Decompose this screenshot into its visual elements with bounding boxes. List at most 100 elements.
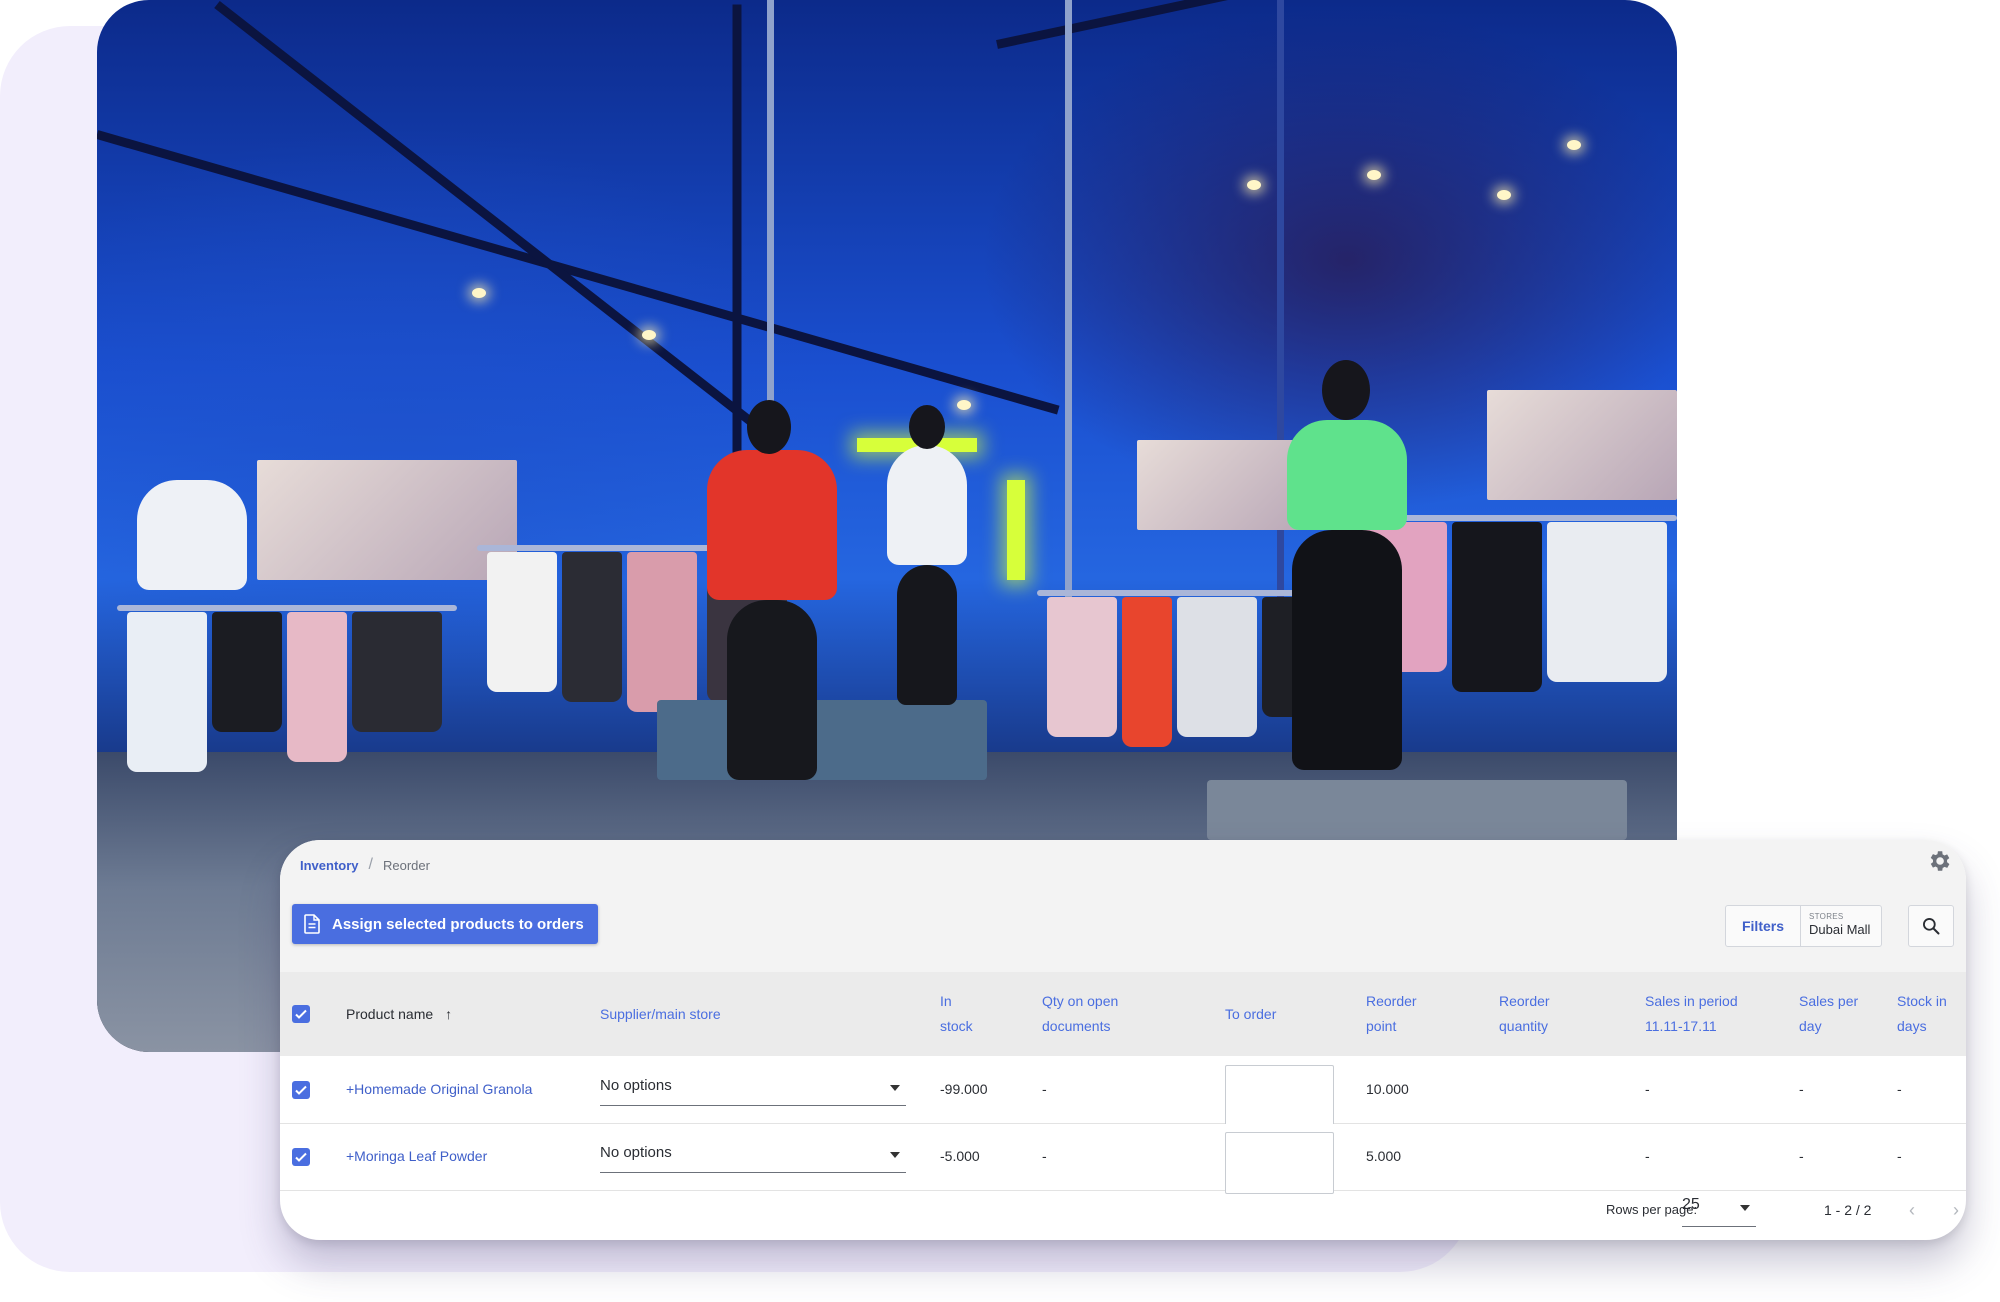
mannequin [887, 445, 967, 565]
column-header-line: Sales in period [1645, 993, 1738, 1009]
column-header-to-order[interactable]: To order [1225, 1002, 1276, 1027]
row-checkbox[interactable] [292, 1148, 310, 1166]
mannequin [1292, 530, 1402, 770]
checkmark-icon [295, 1085, 307, 1095]
select-all-checkbox[interactable] [292, 1005, 310, 1023]
column-header-line: day [1799, 1018, 1822, 1034]
column-header-line: quantity [1499, 1018, 1549, 1034]
checkmark-icon [295, 1152, 307, 1162]
previous-page-chevron-icon[interactable]: ‹ [1909, 1200, 1915, 1221]
sales-per-day-value: - [1799, 1081, 1804, 1097]
table-header: Product name ↑ Supplier/main store In st… [280, 972, 1966, 1056]
breadcrumb-separator: / [368, 856, 373, 873]
rows-per-page-value: 25 [1682, 1196, 1700, 1213]
document-icon [304, 914, 320, 934]
search-icon [1923, 918, 1940, 935]
pagination-range: 1 - 2 / 2 [1824, 1202, 1872, 1218]
breadcrumb-current: Reorder [382, 857, 430, 873]
hanging-clothes [127, 612, 207, 772]
column-header-line: days [1897, 1018, 1927, 1034]
ceiling-beam [996, 0, 1677, 49]
store-selector[interactable]: STORES Dubai Mall [1801, 906, 1881, 946]
column-header-line: Qty on open [1042, 993, 1119, 1009]
column-header-line: 11.11-17.11 [1645, 1018, 1717, 1034]
column-header-line: stock [940, 1018, 973, 1034]
column-header-line: documents [1042, 1018, 1111, 1034]
ceiling-light [642, 330, 656, 340]
clothes-rack [117, 605, 457, 611]
stock-in-days-value: - [1897, 1081, 1902, 1097]
hanging-clothes [1122, 597, 1172, 747]
ceiling-light [1567, 140, 1581, 150]
mannequin [707, 450, 837, 600]
breadcrumb: Inventory / Reorder [300, 856, 430, 874]
assign-products-button[interactable]: Assign selected products to orders [292, 904, 598, 944]
product-name-link[interactable]: +Homemade Original Granola [346, 1081, 532, 1097]
product-name-link[interactable]: +Moringa Leaf Powder [346, 1148, 487, 1164]
column-header-sales-per-day[interactable]: Sales per day [1799, 989, 1858, 1039]
breadcrumb-inventory-link[interactable]: Inventory [300, 858, 359, 873]
hanging-clothes [287, 612, 347, 762]
search-button[interactable] [1908, 905, 1954, 947]
to-order-input[interactable] [1225, 1132, 1334, 1194]
column-header-product-name[interactable]: Product name ↑ [346, 1002, 452, 1027]
supplier-select[interactable]: No options [600, 1138, 906, 1173]
column-header-in-stock[interactable]: In stock [940, 989, 973, 1039]
store-selector-label: STORES [1809, 912, 1844, 921]
ceiling-beam [732, 4, 742, 525]
next-page-chevron-icon[interactable]: › [1953, 1200, 1959, 1221]
to-order-input[interactable] [1225, 1065, 1334, 1127]
column-header-product-name-label: Product name [346, 1006, 434, 1022]
column-header-qty-open[interactable]: Qty on open documents [1042, 989, 1118, 1039]
mannequin [137, 480, 247, 590]
column-header-sales-period[interactable]: Sales in period 11.11-17.11 [1645, 989, 1738, 1039]
column-header-line: Sales per [1799, 993, 1859, 1009]
wall-poster [257, 460, 517, 580]
ceiling-light [957, 400, 971, 410]
dropdown-caret-icon [890, 1085, 900, 1091]
hanging-clothes [562, 552, 622, 702]
row-checkbox[interactable] [292, 1081, 310, 1099]
stock-in-days-value: - [1897, 1148, 1902, 1164]
dropdown-caret-icon [890, 1152, 900, 1158]
mannequin-head [1322, 360, 1370, 420]
supplier-select-value: No options [600, 1077, 672, 1094]
ceiling-light [472, 288, 486, 298]
reorder-point-value: 10.000 [1366, 1081, 1409, 1097]
ceiling-light [1497, 190, 1511, 200]
display-table [1207, 780, 1627, 840]
neon-light [1007, 480, 1025, 580]
hanging-clothes [1177, 597, 1257, 737]
column-header-stock-in-days[interactable]: Stock in days [1897, 989, 1947, 1039]
column-header-supplier[interactable]: Supplier/main store [600, 1002, 721, 1027]
assign-products-label: Assign selected products to orders [332, 915, 584, 933]
hanging-clothes [1452, 522, 1542, 692]
rows-per-page-select[interactable]: 25 [1682, 1192, 1756, 1227]
supplier-select-value: No options [600, 1144, 672, 1161]
settings-gear-icon[interactable] [1926, 848, 1952, 874]
column-header-line: In [940, 993, 952, 1009]
sort-ascending-icon: ↑ [445, 1006, 453, 1022]
store-selector-value: Dubai Mall [1809, 922, 1871, 937]
column-header-line: Stock in [1897, 993, 1947, 1009]
ceiling-beam [214, 0, 772, 440]
column-header-reorder-point[interactable]: Reorder point [1366, 989, 1417, 1039]
hanging-clothes [627, 552, 697, 712]
column-header-reorder-quantity[interactable]: Reorder quantity [1499, 989, 1550, 1039]
table-row: +Homemade Original Granola No options -9… [280, 1057, 1966, 1127]
in-stock-value: -5.000 [940, 1148, 980, 1164]
hanging-clothes [1047, 597, 1117, 737]
checkmark-icon [295, 1009, 307, 1019]
filters-button[interactable]: Filters [1726, 906, 1801, 946]
hanging-clothes [212, 612, 282, 732]
supplier-select[interactable]: No options [600, 1071, 906, 1106]
sales-period-value: - [1645, 1148, 1650, 1164]
mannequin-head [909, 405, 945, 449]
column-header-line: point [1366, 1018, 1397, 1034]
dropdown-caret-icon [1740, 1205, 1750, 1211]
hanging-clothes [352, 612, 442, 732]
reorder-panel: Inventory / Reorder Assign selected prod… [280, 840, 1966, 1240]
sales-period-value: - [1645, 1081, 1650, 1097]
hanging-clothes [487, 552, 557, 692]
table-row: +Moringa Leaf Powder No options -5.000 -… [280, 1124, 1966, 1194]
